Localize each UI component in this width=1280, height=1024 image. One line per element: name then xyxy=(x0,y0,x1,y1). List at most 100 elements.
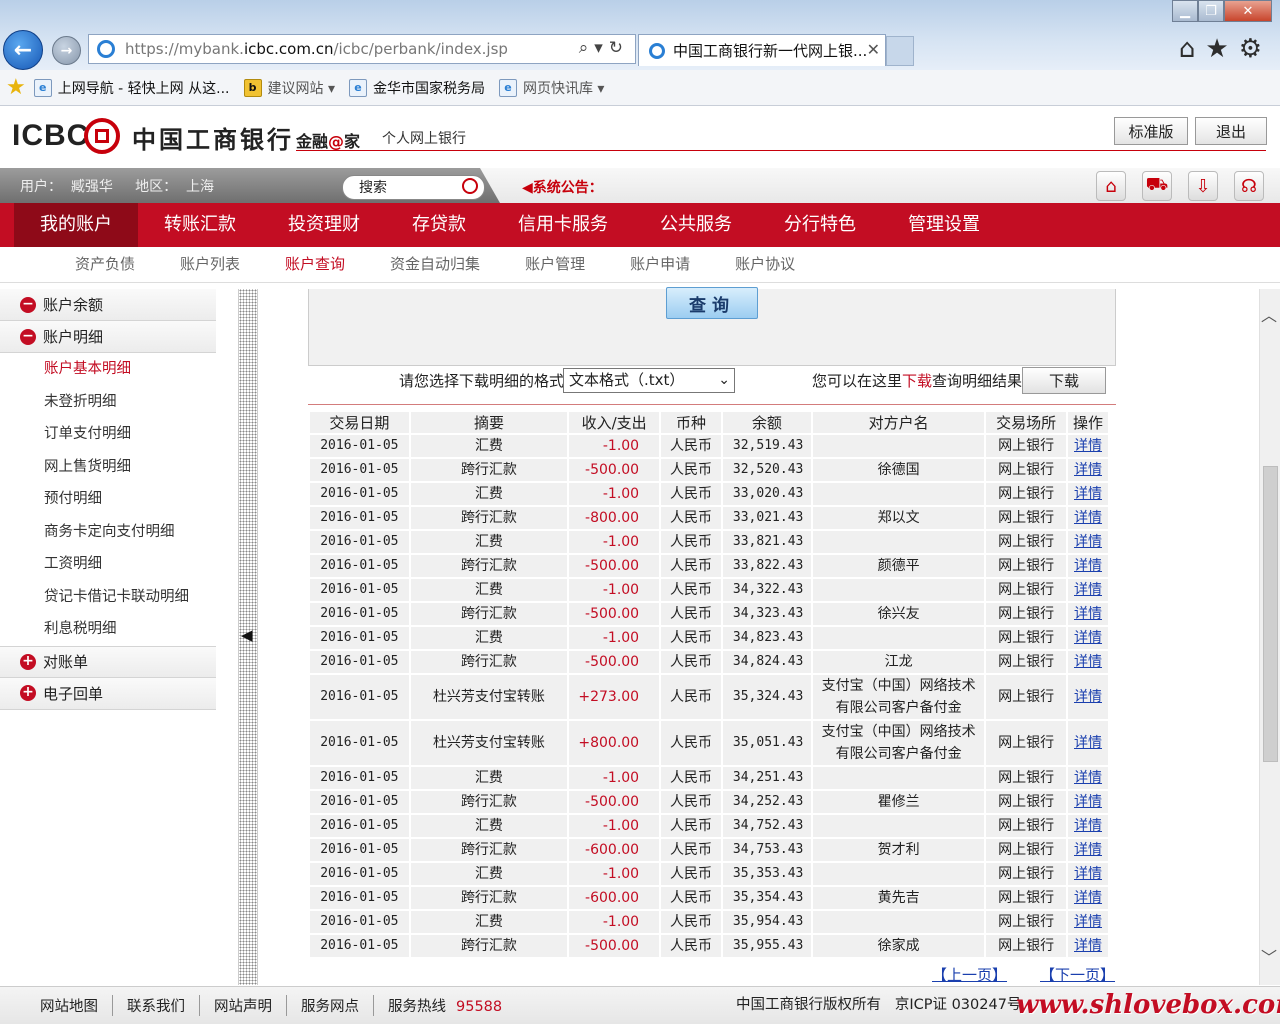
search-icon[interactable] xyxy=(462,178,478,194)
search-refresh-icons[interactable]: ⌕▾↻ xyxy=(579,38,629,58)
maximize-icon[interactable]: ❐ xyxy=(1198,0,1224,22)
sidebar-group-statement[interactable]: + 对账单 xyxy=(0,645,216,678)
detail-link[interactable]: 详情 xyxy=(1068,933,1108,957)
detail-link[interactable]: 详情 xyxy=(1068,719,1108,765)
sidebar-group-balance[interactable]: − 账户余额 xyxy=(0,289,216,321)
close-window-icon[interactable]: ✕ xyxy=(1224,0,1272,22)
subnav-auto-collect[interactable]: 资金自动归集 xyxy=(390,247,480,282)
detail-link[interactable]: 详情 xyxy=(1068,433,1108,457)
col-counterparty-header[interactable]: 对方户名 xyxy=(812,412,985,433)
detail-link[interactable]: 详情 xyxy=(1068,625,1108,649)
download-link[interactable]: 下载 xyxy=(902,372,932,390)
collapse-icon: − xyxy=(20,328,36,345)
detail-link[interactable]: 详情 xyxy=(1068,673,1108,719)
new-tab-button[interactable] xyxy=(886,36,914,66)
minimize-icon[interactable]: ▁ xyxy=(1172,0,1198,22)
nav-public-service[interactable]: 公共服务 xyxy=(634,203,758,247)
favorites-star-icon[interactable]: ★ xyxy=(1205,34,1238,64)
browser-tab[interactable]: 中国工商银行新一代网上银... ✕ xyxy=(638,34,886,66)
detail-link[interactable]: 详情 xyxy=(1068,553,1108,577)
favorite-link-1[interactable]: b 建议网站 ▾ xyxy=(243,78,335,98)
sidebar-item-business-card[interactable]: 商务卡定向支付明细 xyxy=(0,516,216,549)
detail-link[interactable]: 详情 xyxy=(1068,909,1108,933)
favorites-star-icon[interactable]: ★ xyxy=(6,75,26,100)
col-amount-header[interactable]: 收入/支出 xyxy=(569,412,660,433)
sidebar-item-interest-tax[interactable]: 利息税明细 xyxy=(0,613,216,646)
subnav-account-apply[interactable]: 账户申请 xyxy=(630,247,690,282)
col-channel-header[interactable]: 交易场所 xyxy=(986,412,1067,433)
sidebar-group-details[interactable]: − 账户明细 xyxy=(0,321,216,353)
back-arrow-icon[interactable]: ← xyxy=(3,30,43,70)
sidebar-item-prepaid[interactable]: 预付明细 xyxy=(0,483,216,516)
detail-link[interactable]: 详情 xyxy=(1068,765,1108,789)
close-tab-icon[interactable]: ✕ xyxy=(867,40,880,59)
nav-settings[interactable]: 管理设置 xyxy=(882,203,1006,247)
subnav-account-manage[interactable]: 账户管理 xyxy=(525,247,585,282)
watermark: www.shlovebox.com xyxy=(1016,990,1280,1020)
detail-link[interactable]: 详情 xyxy=(1068,813,1108,837)
sidebar-item-order-payment[interactable]: 订单支付明细 xyxy=(0,418,216,451)
col-summary-header[interactable]: 摘要 xyxy=(410,412,568,433)
detail-link[interactable]: 详情 xyxy=(1068,529,1108,553)
cell-balance: 35,324.43 xyxy=(722,673,811,719)
favorite-link-2[interactable]: e 金华市国家税务局 xyxy=(348,78,485,98)
nav-invest[interactable]: 投资理财 xyxy=(262,203,386,247)
download-icon[interactable]: ⇩ xyxy=(1188,171,1218,201)
subnav-account-list[interactable]: 账户列表 xyxy=(180,247,240,282)
home-icon[interactable]: ⌂ xyxy=(1179,34,1206,64)
headset-icon[interactable]: ☊ xyxy=(1234,171,1264,201)
col-balance-header[interactable]: 余额 xyxy=(722,412,811,433)
scroll-up-icon[interactable]: ︿ xyxy=(1261,302,1277,326)
gear-icon[interactable]: ⚙ xyxy=(1239,34,1272,64)
search-input[interactable]: 搜索 xyxy=(342,175,485,200)
detail-link[interactable]: 详情 xyxy=(1068,457,1108,481)
nav-credit-card[interactable]: 信用卡服务 xyxy=(492,203,634,247)
detail-link[interactable]: 详情 xyxy=(1068,601,1108,625)
collapse-left-icon[interactable]: ◀ xyxy=(241,626,253,644)
next-page-link[interactable]: 【下一页】 xyxy=(1040,964,1115,985)
favorite-link-0[interactable]: e 上网导航 - 轻快上网 从这... xyxy=(33,78,230,98)
detail-link[interactable]: 详情 xyxy=(1068,577,1108,601)
detail-link[interactable]: 详情 xyxy=(1068,885,1108,909)
cart-icon[interactable]: ⛟ xyxy=(1142,171,1172,201)
scroll-thumb[interactable] xyxy=(1263,466,1278,762)
footer-sitemap[interactable]: 网站地图 xyxy=(40,995,113,1016)
detail-link[interactable]: 详情 xyxy=(1068,837,1108,861)
col-currency-header[interactable]: 币种 xyxy=(661,412,721,433)
footer-statement[interactable]: 网站声明 xyxy=(214,995,287,1016)
sidebar-group-receipt[interactable]: + 电子回单 xyxy=(0,677,216,710)
home-icon[interactable]: ⌂ xyxy=(1096,171,1126,201)
nav-transfer[interactable]: 转账汇款 xyxy=(138,203,262,247)
subnav-account-agreement[interactable]: 账户协议 xyxy=(735,247,795,282)
prev-page-link[interactable]: 【上一页】 xyxy=(932,964,1007,985)
subnav-assets[interactable]: 资产负债 xyxy=(75,247,135,282)
detail-link[interactable]: 详情 xyxy=(1068,861,1108,885)
sidebar-item-salary[interactable]: 工资明细 xyxy=(0,548,216,581)
nav-my-account[interactable]: 我的账户 xyxy=(14,203,138,247)
detail-link[interactable]: 详情 xyxy=(1068,649,1108,673)
download-format-select[interactable]: 文本格式（.txt） ⌄ xyxy=(563,368,735,393)
footer-contact[interactable]: 联系我们 xyxy=(127,995,200,1016)
download-button[interactable]: 下载 xyxy=(1022,367,1106,394)
sidebar-item-basic-detail[interactable]: 账户基本明细 xyxy=(0,353,216,386)
scroll-down-icon[interactable]: ﹀ xyxy=(1261,944,1277,968)
sidebar-item-online-sales[interactable]: 网上售货明细 xyxy=(0,451,216,484)
standard-version-button[interactable]: 标准版 xyxy=(1114,117,1188,145)
logout-button[interactable]: 退出 xyxy=(1195,117,1267,145)
address-bar[interactable]: https://mybank. icbc.com.cn/icbc/perbank/… xyxy=(88,34,636,64)
forward-arrow-icon[interactable]: → xyxy=(52,36,81,65)
cell-counterparty: 瞿修兰 xyxy=(812,789,985,813)
sidebar-item-card-link[interactable]: 贷记卡借记卡联动明细 xyxy=(0,581,216,614)
cell-date: 2016-01-05 xyxy=(310,601,409,625)
favorite-link-3[interactable]: e 网页快讯库 ▾ xyxy=(498,78,604,98)
detail-link[interactable]: 详情 xyxy=(1068,505,1108,529)
detail-link[interactable]: 详情 xyxy=(1068,481,1108,505)
footer-outlets[interactable]: 服务网点 xyxy=(301,995,374,1016)
nav-branch[interactable]: 分行特色 xyxy=(758,203,882,247)
subnav-account-query[interactable]: 账户查询 xyxy=(285,247,345,282)
col-date-header[interactable]: 交易日期 xyxy=(310,412,409,433)
detail-link[interactable]: 详情 xyxy=(1068,789,1108,813)
sidebar-item-unposted[interactable]: 未登折明细 xyxy=(0,386,216,419)
query-button[interactable]: 查询 xyxy=(666,287,758,319)
nav-deposit-loan[interactable]: 存贷款 xyxy=(386,203,492,247)
